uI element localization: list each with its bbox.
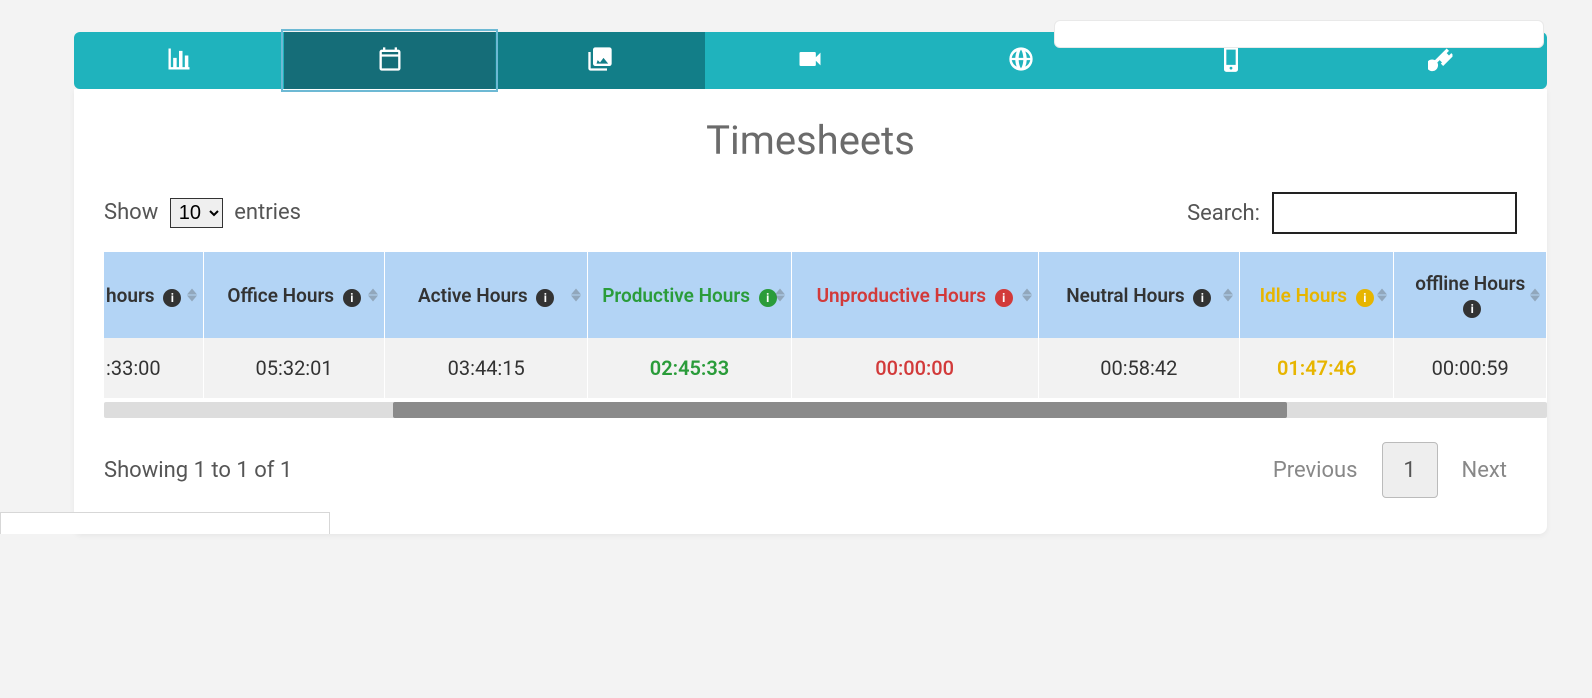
sort-icon[interactable]: [571, 289, 581, 302]
sort-icon[interactable]: [1530, 289, 1540, 302]
table-cell: 00:00:00: [791, 338, 1038, 398]
column-label: offline Hours: [1415, 272, 1525, 295]
table-cell: 00:58:42: [1038, 338, 1239, 398]
column-label: Productive Hours: [602, 284, 750, 307]
video-icon: [796, 45, 824, 77]
show-label-post: entries: [234, 200, 301, 225]
globe-icon: [1007, 45, 1035, 77]
bar-chart-icon: [165, 45, 193, 77]
sort-icon[interactable]: [775, 289, 785, 302]
search-control: Search:: [1187, 192, 1517, 234]
info-icon[interactable]: i: [995, 289, 1013, 307]
table-body: :33:0005:32:0103:44:1502:45:3300:00:0000…: [104, 338, 1547, 398]
horizontal-scrollbar[interactable]: [104, 402, 1547, 418]
column-header[interactable]: Office Hours i: [204, 252, 385, 338]
next-button[interactable]: Next: [1462, 458, 1507, 483]
page-title: Timesheets: [74, 117, 1547, 164]
column-label: Office Hours: [227, 284, 334, 307]
info-icon[interactable]: i: [1463, 300, 1481, 318]
sort-icon[interactable]: [1377, 289, 1387, 302]
info-icon[interactable]: i: [163, 289, 181, 307]
tab-video[interactable]: [705, 32, 915, 89]
tab-screenshots[interactable]: [495, 32, 705, 89]
table-wrapper: hours iOffice Hours iActive Hours iProdu…: [104, 252, 1547, 398]
table-cell: 05:32:01: [204, 338, 385, 398]
column-header[interactable]: Productive Hours i: [588, 252, 791, 338]
timesheets-table: hours iOffice Hours iActive Hours iProdu…: [104, 252, 1547, 398]
column-label: hours: [106, 284, 155, 307]
sort-icon[interactable]: [187, 289, 197, 302]
table-row: :33:0005:32:0103:44:1502:45:3300:00:0000…: [104, 338, 1547, 398]
column-label: Active Hours: [418, 284, 528, 307]
mobile-icon: [1217, 45, 1245, 77]
tab-dashboard[interactable]: [74, 32, 284, 89]
search-input[interactable]: [1272, 192, 1517, 234]
column-header[interactable]: hours i: [104, 252, 204, 338]
column-label: Unproductive Hours: [817, 284, 986, 307]
column-header[interactable]: Idle Hours i: [1239, 252, 1394, 338]
timesheets-card: Timesheets Show 10 entries Search: hours…: [74, 89, 1547, 534]
show-label-pre: Show: [104, 200, 158, 225]
previous-button[interactable]: Previous: [1273, 458, 1358, 483]
pager: Previous 1 Next: [1273, 442, 1507, 498]
table-cell: :33:00: [104, 338, 204, 398]
tab-timesheets[interactable]: [284, 32, 494, 89]
status-bar-ghost: [0, 512, 330, 534]
table-cell: 00:00:59: [1394, 338, 1547, 398]
column-header[interactable]: Active Hours i: [385, 252, 588, 338]
info-icon[interactable]: i: [1193, 289, 1211, 307]
sort-icon[interactable]: [1223, 289, 1233, 302]
showing-text: Showing 1 to 1 of 1: [104, 458, 292, 483]
column-header[interactable]: Unproductive Hours i: [791, 252, 1038, 338]
info-icon[interactable]: i: [1356, 289, 1374, 307]
gallery-icon: [586, 45, 614, 77]
table-footer: Showing 1 to 1 of 1 Previous 1 Next: [74, 418, 1547, 498]
column-label: Idle Hours: [1260, 284, 1347, 307]
page-number-button[interactable]: 1: [1382, 442, 1438, 498]
table-cell: 03:44:15: [385, 338, 588, 398]
table-header-row: hours iOffice Hours iActive Hours iProdu…: [104, 252, 1547, 338]
info-icon[interactable]: i: [536, 289, 554, 307]
table-cell: 02:45:33: [588, 338, 791, 398]
column-label: Neutral Hours: [1066, 284, 1184, 307]
header-search-ghost: [1054, 20, 1544, 48]
length-control: Show 10 entries: [104, 198, 301, 228]
column-header[interactable]: Neutral Hours i: [1038, 252, 1239, 338]
scrollbar-thumb[interactable]: [393, 402, 1288, 418]
sort-icon[interactable]: [1022, 289, 1032, 302]
calendar-icon: [376, 45, 404, 77]
sort-icon[interactable]: [368, 289, 378, 302]
length-select[interactable]: 10: [170, 198, 223, 228]
column-header[interactable]: offline Hours i: [1394, 252, 1547, 338]
info-icon[interactable]: i: [343, 289, 361, 307]
table-cell: 01:47:46: [1239, 338, 1394, 398]
search-label: Search:: [1187, 201, 1260, 226]
table-controls: Show 10 entries Search:: [74, 192, 1547, 252]
key-icon: [1428, 45, 1456, 77]
